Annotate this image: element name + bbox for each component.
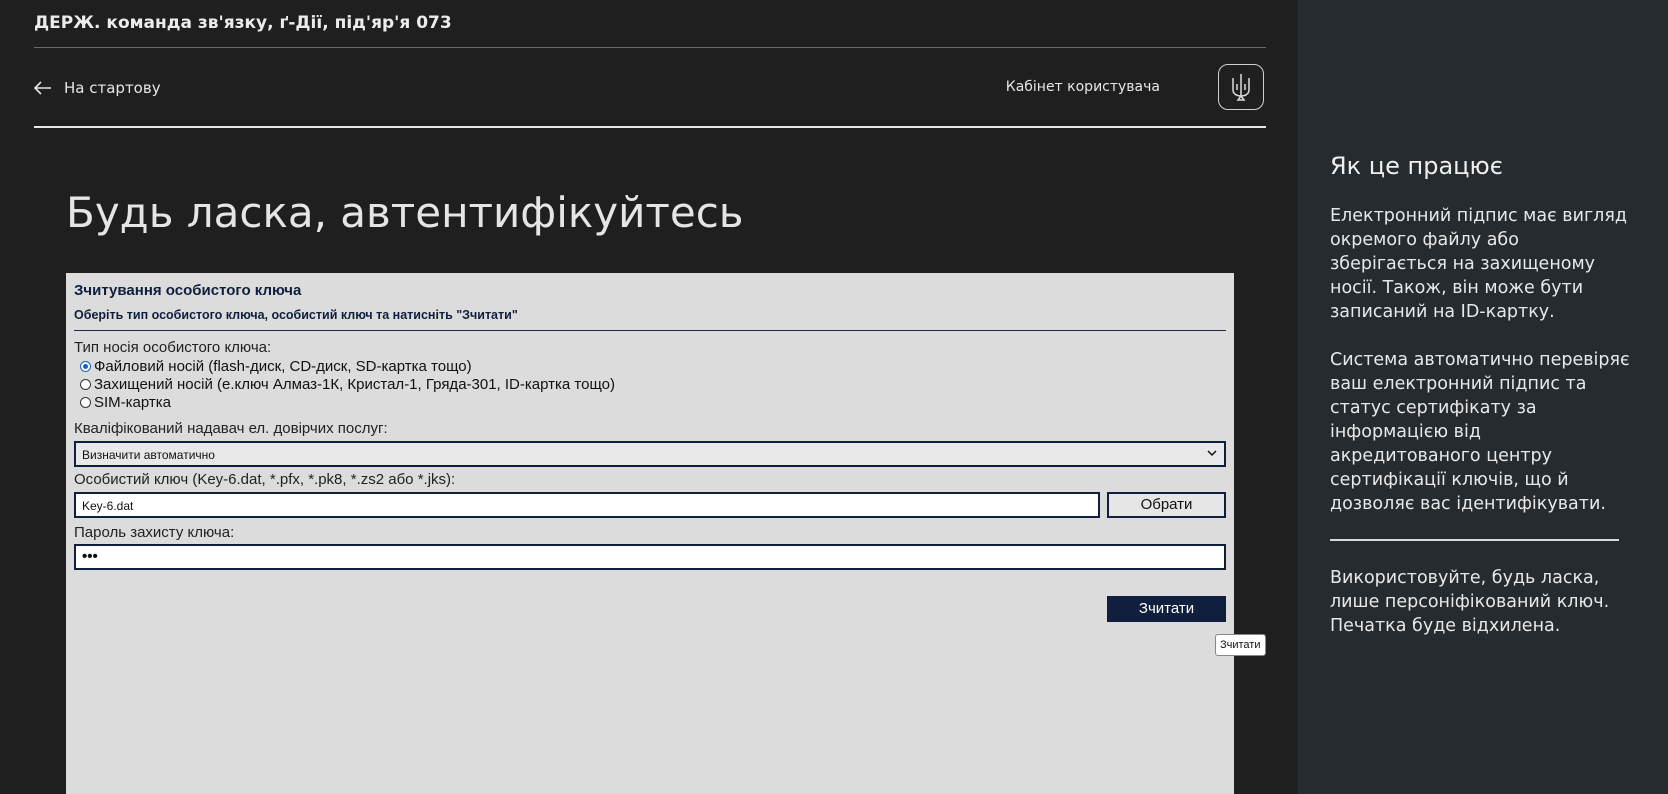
trident-icon — [1232, 74, 1250, 101]
user-cabinet-link[interactable]: Кабінет користувача — [1006, 79, 1160, 95]
header-divider — [34, 47, 1266, 48]
read-button-tooltip: Зчитати — [1215, 634, 1266, 656]
paragraph-text: Електронний підпис має вигляд окремого ф… — [1330, 206, 1627, 322]
form-divider — [74, 330, 1226, 331]
back-to-start-link[interactable]: На стартову — [34, 76, 161, 100]
radio-protected-media[interactable]: Захищений носій (е.ключ Алмаз-1К, Криста… — [80, 376, 615, 393]
radio-sim-card[interactable]: SIM-картка — [80, 394, 171, 411]
how-it-works-paragraph-2: Система автоматично перевіряє ваш електр… — [1330, 348, 1630, 516]
key-reading-form: Зчитування особистого ключа Оберіть тип … — [66, 273, 1234, 794]
sidebar-divider — [1330, 539, 1619, 541]
main-area: ДЕРЖ. команда зв'язку, ґ-Дії, під'яр'я 0… — [0, 0, 1298, 794]
arrow-left-icon — [34, 81, 51, 95]
read-key-button[interactable]: Зчитати — [1107, 596, 1226, 622]
radio-file-media[interactable]: Файловий носій (flash-диск, CD-диск, SD-… — [80, 358, 472, 375]
provider-label: Кваліфікований надавач ел. довірчих посл… — [74, 420, 388, 437]
org-title: ДЕРЖ. команда зв'язку, ґ-Дії, під'яр'я 0… — [34, 13, 452, 33]
radio-label: Файловий носій (flash-диск, CD-диск, SD-… — [94, 358, 472, 375]
browse-button[interactable]: Обрати — [1107, 492, 1226, 518]
nav-divider — [34, 126, 1266, 128]
how-it-works-paragraph-1: Електронний підпис має вигляд окремого ф… — [1330, 204, 1630, 324]
password-input[interactable]: ••• — [74, 544, 1226, 570]
chevron-down-icon — [1207, 450, 1217, 457]
radio-button[interactable] — [80, 361, 91, 372]
media-type-label: Тип носія особистого ключа: — [74, 339, 272, 356]
paragraph-text: Система автоматично перевіряє ваш електр… — [1330, 350, 1630, 514]
paragraph-text: Використовуйте, будь ласка, лише персоні… — [1330, 568, 1610, 636]
how-it-works-title: Як це працює — [1330, 152, 1503, 180]
page-title: Будь ласка, автентифікуйтесь — [66, 188, 744, 237]
radio-button[interactable] — [80, 397, 91, 408]
trident-button[interactable] — [1218, 64, 1264, 110]
provider-select[interactable]: Визначити автоматично — [74, 441, 1226, 467]
key-file-input[interactable]: Key-6.dat — [74, 492, 1100, 518]
password-label: Пароль захисту ключа: — [74, 524, 235, 541]
provider-select-value: Визначити автоматично — [82, 448, 215, 462]
radio-button[interactable] — [80, 379, 91, 390]
form-title: Зчитування особистого ключа — [74, 282, 302, 299]
key-file-label: Особистий ключ (Key-6.dat, *.pfx, *.pk8,… — [74, 471, 456, 488]
radio-label: SIM-картка — [94, 394, 172, 411]
how-it-works-paragraph-3: Використовуйте, будь ласка, лише персоні… — [1330, 566, 1630, 638]
radio-label: Захищений носій (е.ключ Алмаз-1К, Криста… — [94, 376, 615, 393]
back-label: На стартову — [64, 79, 161, 97]
form-subtitle: Оберіть тип особистого ключа, особистий … — [74, 308, 518, 322]
